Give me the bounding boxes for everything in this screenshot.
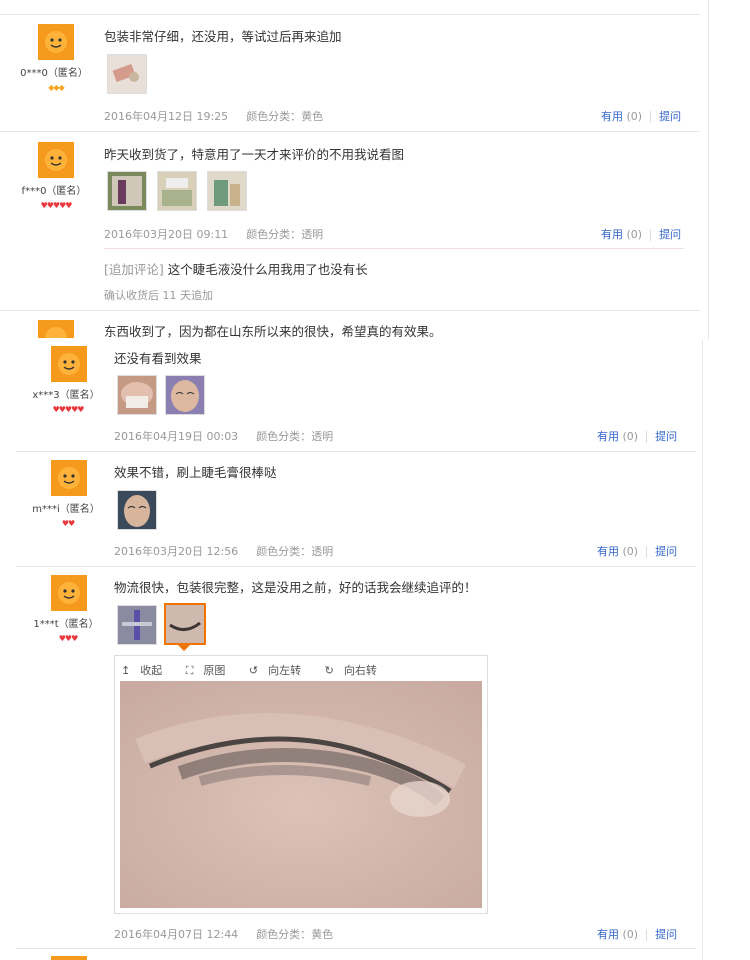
rotate-left-button[interactable]: ↺ 向左转 <box>249 664 311 677</box>
color-value: 透明 <box>301 228 324 241</box>
ask-link[interactable]: 提问 <box>655 928 677 941</box>
review-date: 2016年03月20日 09:11 <box>104 228 229 241</box>
review-text: 包装非常仔细，还没用，等试过后再来追加 <box>104 29 342 44</box>
append-review: [追加评论] 这个睫毛液没什么用我用了也没有长 <box>104 259 368 278</box>
color-value: 透明 <box>311 545 334 558</box>
avatar[interactable] <box>51 346 87 382</box>
review-date: 2016年04月19日 00:03 <box>114 430 239 443</box>
ask-link[interactable]: 提问 <box>659 228 681 241</box>
original-button[interactable]: ⛶ 原图 <box>186 664 236 677</box>
ask-link[interactable]: 提问 <box>655 545 677 558</box>
selected-pointer <box>178 645 190 651</box>
divider <box>650 229 652 241</box>
divider <box>646 546 648 558</box>
review-text: 效果不错，刷上睫毛膏很棒哒 <box>114 465 277 480</box>
useful-button[interactable]: 有用 <box>597 430 619 443</box>
rotate-right-icon: ↻ <box>324 664 334 677</box>
avatar[interactable] <box>51 575 87 611</box>
review-text: 昨天收到货了，特意用了一天才来评价的不用我说看图 <box>104 147 405 162</box>
reviewer-name: 1***t（匿名） <box>33 619 99 630</box>
color-value: 黄色 <box>301 110 324 123</box>
color-value: 透明 <box>311 430 334 443</box>
expand-icon: ⛶ <box>185 664 194 677</box>
review-photo-thumb[interactable] <box>207 171 247 211</box>
review-photo-large[interactable] <box>120 681 482 908</box>
reviewer-name: m***i（匿名） <box>32 504 100 515</box>
reviewer-name: f***0（匿名） <box>21 186 87 197</box>
review-photo-thumb[interactable] <box>157 171 197 211</box>
review-photo-thumb-selected[interactable] <box>164 603 206 645</box>
append-label: [追加评论] <box>104 262 164 277</box>
avatar[interactable] <box>38 24 74 60</box>
avatar[interactable] <box>51 460 87 496</box>
append-text: 这个睫毛液没什么用我用了也没有长 <box>167 262 368 277</box>
useful-count: (0) <box>626 110 643 123</box>
review-photo-thumb[interactable] <box>117 375 157 415</box>
photo-viewer-toolbar: ↥ 收起 ⛶ 原图 ↺ 向左转 ↻ 向右转 <box>121 662 397 678</box>
color-label: 颜色分类： <box>246 110 302 123</box>
page-edge-line-2 <box>702 340 703 960</box>
review-photo-thumb[interactable] <box>107 54 147 94</box>
page-edge-line <box>708 0 709 340</box>
avatar[interactable] <box>38 142 74 178</box>
review-photo-thumb[interactable] <box>117 490 157 530</box>
color-label: 颜色分类： <box>256 928 312 941</box>
avatar[interactable] <box>38 320 74 338</box>
divider <box>650 111 652 123</box>
useful-count: (0) <box>622 545 639 558</box>
rank-badge: ◆◆◆ <box>48 83 64 92</box>
rank-badge: ♥♥♥♥♥ <box>40 201 73 210</box>
useful-button[interactable]: 有用 <box>601 228 623 241</box>
append-divider <box>104 248 684 249</box>
review-date: 2016年03月20日 12:56 <box>114 545 239 558</box>
review-photo-thumb[interactable] <box>165 375 205 415</box>
useful-count: (0) <box>622 928 639 941</box>
divider <box>646 431 648 443</box>
useful-count: (0) <box>626 228 643 241</box>
useful-button[interactable]: 有用 <box>597 545 619 558</box>
append-meta: 确认收货后 11 天追加 <box>104 289 213 302</box>
divider <box>646 929 648 941</box>
collapse-icon: ↥ <box>121 664 131 677</box>
review-text: 物流很快，包装很完整，这是没用之前，好的话我会继续追评的！ <box>114 580 477 595</box>
rotate-left-icon: ↺ <box>248 664 259 677</box>
useful-button[interactable]: 有用 <box>601 110 623 123</box>
rank-badge: ♥♥♥ <box>58 634 79 643</box>
useful-button[interactable]: 有用 <box>597 928 619 941</box>
avatar[interactable] <box>51 956 87 960</box>
color-label: 颜色分类： <box>256 545 312 558</box>
color-label: 颜色分类： <box>246 228 302 241</box>
reviewer-name: x***3（匿名） <box>32 390 100 401</box>
review-text: 还没有看到效果 <box>114 351 202 366</box>
rank-badge: ♥♥♥♥♥ <box>52 405 85 414</box>
collapse-button[interactable]: ↥ 收起 <box>121 664 172 677</box>
review-text: 东西收到了，因为都在山东所以来的很快，希望真的有效果。 <box>104 324 442 339</box>
review-date: 2016年04月07日 12:44 <box>114 928 239 941</box>
rotate-right-button[interactable]: ↻ 向右转 <box>325 664 387 677</box>
reviewer-name: 0***0（匿名） <box>20 68 88 79</box>
color-value: 黄色 <box>311 928 334 941</box>
useful-count: (0) <box>622 430 639 443</box>
review-photo-thumb[interactable] <box>107 171 147 211</box>
rank-badge: ♥♥ <box>61 519 75 528</box>
color-label: 颜色分类： <box>256 430 312 443</box>
review-date: 2016年04月12日 19:25 <box>104 110 229 123</box>
ask-link[interactable]: 提问 <box>659 110 681 123</box>
ask-link[interactable]: 提问 <box>655 430 677 443</box>
review-photo-thumb[interactable] <box>117 605 157 645</box>
